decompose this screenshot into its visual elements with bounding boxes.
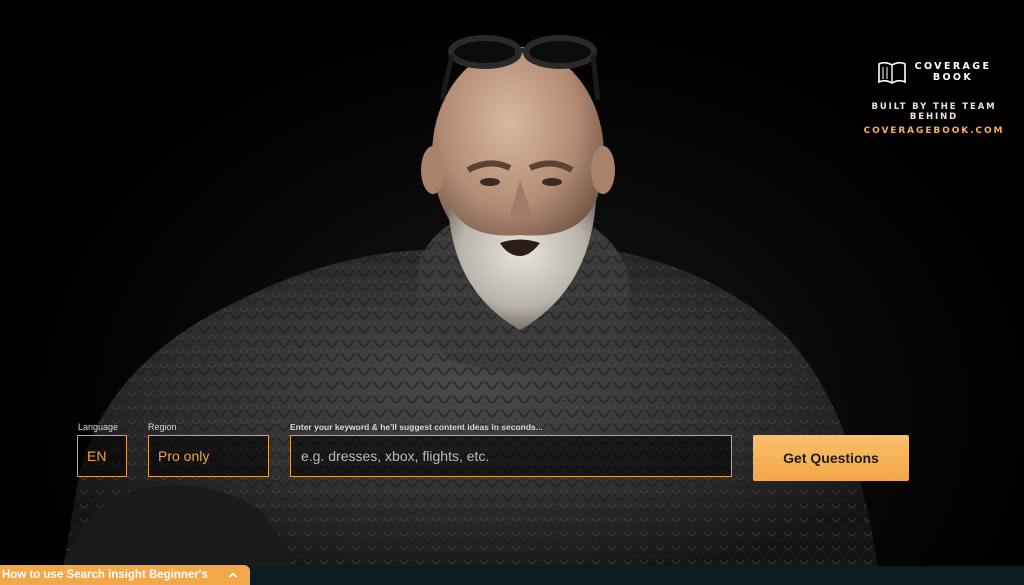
- brand-logo[interactable]: COVERAGE BOOK: [846, 58, 1022, 86]
- built-by-text: BUILT BY THE TEAM BEHIND: [871, 102, 997, 122]
- keyword-placeholder: e.g. dresses, xbox, flights, etc.: [301, 448, 490, 464]
- coveragebook-link[interactable]: COVERAGEBOOK.COM: [846, 126, 1022, 136]
- keyword-input[interactable]: e.g. dresses, xbox, flights, etc.: [290, 435, 732, 477]
- region-label: Region: [148, 422, 177, 432]
- language-label: Language: [78, 422, 119, 432]
- help-tab[interactable]: How to use Search insight Beginner's: [0, 565, 250, 585]
- brand-name-line1: COVERAGE: [914, 61, 992, 72]
- language-value: EN: [87, 448, 107, 464]
- keyword-label: Enter your keyword & he'll suggest conte…: [290, 422, 543, 432]
- chevron-up-icon[interactable]: [228, 570, 238, 580]
- region-select[interactable]: Pro only: [148, 435, 269, 477]
- language-select[interactable]: EN: [77, 435, 127, 477]
- hero-section: COVERAGE BOOK BUILT BY THE TEAM BEHIND C…: [0, 0, 1024, 585]
- help-tab-label: How to use Search insight Beginner's: [2, 569, 208, 581]
- brand-name-line2: BOOK: [932, 72, 974, 83]
- open-book-icon: [877, 61, 906, 84]
- get-questions-button[interactable]: Get Questions: [753, 435, 909, 481]
- region-value: Pro only: [158, 448, 210, 464]
- brand-name: COVERAGE BOOK: [915, 61, 992, 83]
- brand-block: COVERAGE BOOK BUILT BY THE TEAM BEHIND C…: [846, 58, 1022, 136]
